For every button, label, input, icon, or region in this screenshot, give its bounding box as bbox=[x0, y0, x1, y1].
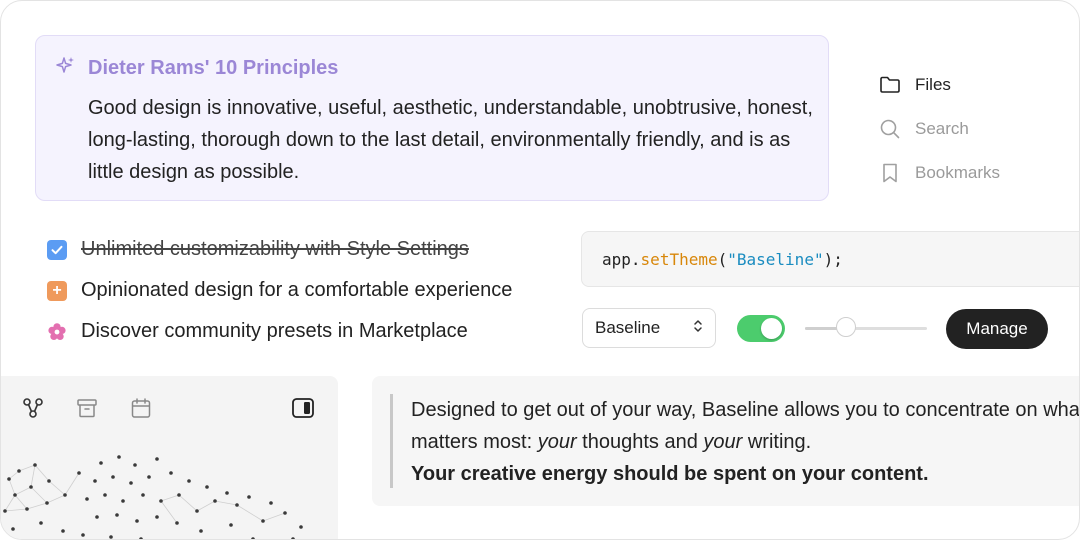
quote-line-1: Designed to get out of your way, Baselin… bbox=[411, 399, 1080, 421]
callout-header: Dieter Rams' 10 Principles bbox=[56, 56, 338, 81]
checkbox-checked-icon[interactable] bbox=[47, 239, 67, 260]
checklist: Unlimited customizability with Style Set… bbox=[47, 229, 512, 352]
theme-select-value: Baseline bbox=[595, 318, 661, 337]
graph-panel bbox=[1, 376, 338, 539]
quote-line-2: matters most: your thoughts and your wri… bbox=[411, 426, 1079, 458]
list-item: Unlimited customizability with Style Set… bbox=[47, 229, 512, 270]
code-open-paren: ( bbox=[717, 250, 728, 269]
plus-square-icon: + bbox=[47, 280, 67, 301]
quote-line-3: Your creative energy should be spent on … bbox=[411, 458, 1079, 490]
callout-body: Good design is innovative, useful, aesth… bbox=[88, 97, 813, 183]
quote-emphasis: your bbox=[537, 431, 577, 453]
sparkle-icon bbox=[56, 56, 76, 81]
chevron-up-down-icon bbox=[693, 318, 703, 338]
code-string: "Baseline" bbox=[727, 250, 824, 269]
range-slider[interactable] bbox=[805, 317, 927, 339]
nav-item-label: Bookmarks bbox=[915, 163, 1001, 182]
panel-toolbar bbox=[21, 396, 183, 420]
list-item: + Opinionated design for a comfortable e… bbox=[47, 270, 512, 311]
flower-icon bbox=[47, 322, 67, 342]
calendar-icon[interactable] bbox=[129, 396, 153, 420]
list-item: Discover community presets in Marketplac… bbox=[47, 311, 512, 352]
folder-icon bbox=[879, 74, 901, 96]
toggle-knob bbox=[761, 318, 782, 339]
quote-text-span: thoughts and bbox=[576, 431, 704, 453]
nav-item-files[interactable]: Files bbox=[879, 63, 1000, 107]
archive-icon[interactable] bbox=[75, 396, 99, 420]
theme-select[interactable]: Baseline bbox=[582, 308, 716, 348]
slider-thumb[interactable] bbox=[836, 317, 856, 337]
list-item-label: Unlimited customizability with Style Set… bbox=[81, 238, 469, 260]
callout-title: Dieter Rams' 10 Principles bbox=[88, 57, 339, 79]
code-close: ); bbox=[823, 250, 843, 269]
nav-item-search[interactable]: Search bbox=[879, 107, 1000, 151]
nav-item-bookmarks[interactable]: Bookmarks bbox=[879, 151, 1000, 195]
nav-item-label: Files bbox=[915, 75, 951, 94]
search-icon bbox=[879, 118, 901, 140]
code-block: app.setTheme("Baseline"); bbox=[581, 231, 1079, 287]
quote-text-span: matters most: bbox=[411, 431, 538, 453]
code-dot: . bbox=[630, 250, 641, 269]
quote-bar bbox=[390, 394, 393, 488]
sidebar-toggle-icon[interactable] bbox=[291, 396, 315, 420]
manage-button[interactable]: Manage bbox=[946, 309, 1048, 349]
app-frame: Dieter Rams' 10 Principles Good design i… bbox=[0, 0, 1080, 540]
toggle-switch[interactable] bbox=[737, 315, 785, 342]
list-item-label: Opinionated design for a comfortable exp… bbox=[81, 279, 513, 301]
code-object: app bbox=[602, 250, 631, 269]
callout: Dieter Rams' 10 Principles Good design i… bbox=[35, 35, 829, 201]
quote-text-span: writing. bbox=[742, 431, 812, 453]
side-nav: Files Search Bookmarks bbox=[879, 63, 1000, 195]
blockquote: Designed to get out of your way, Baselin… bbox=[372, 376, 1080, 506]
graph-view bbox=[3, 455, 303, 539]
list-item-label: Discover community presets in Marketplac… bbox=[81, 320, 468, 342]
graph-icon[interactable] bbox=[21, 396, 45, 420]
nav-item-label: Search bbox=[915, 119, 969, 138]
code-method: setTheme bbox=[640, 250, 718, 269]
quote-bold-line: Your creative energy should be spent on … bbox=[411, 463, 929, 485]
quote-text: Designed to get out of your way, Baselin… bbox=[411, 394, 1080, 490]
quote-emphasis: your bbox=[703, 431, 743, 453]
bookmark-icon bbox=[879, 162, 901, 184]
